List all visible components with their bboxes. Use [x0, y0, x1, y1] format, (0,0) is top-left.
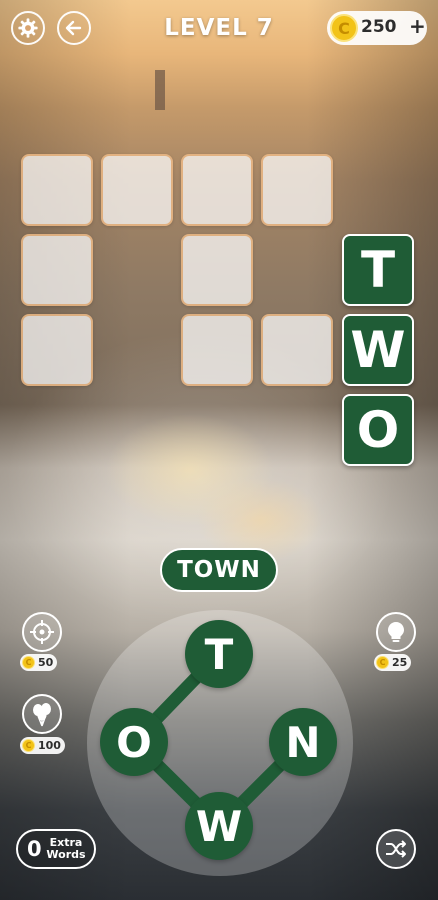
balloons-cost: C 100 — [20, 737, 65, 754]
add-coins-button[interactable]: + — [409, 14, 426, 38]
shuffle-icon — [386, 840, 406, 858]
letter-wheel[interactable]: T O N W — [87, 610, 353, 876]
balloons-icon — [33, 703, 51, 727]
shuffle-button[interactable] — [376, 829, 416, 869]
lightbulb-icon — [388, 622, 404, 642]
grid-cell — [261, 314, 333, 386]
grid-cell — [181, 154, 253, 226]
crosshair-icon — [30, 620, 54, 644]
hint-cost: C 25 — [374, 654, 412, 671]
wheel-letter-w[interactable]: W — [185, 792, 253, 860]
extra-words-label: Extra Words — [46, 836, 86, 861]
extra-words-count: 0 — [27, 837, 42, 861]
coin-icon: C — [330, 14, 358, 42]
coin-icon: C — [22, 739, 35, 752]
coin-icon: C — [376, 656, 389, 669]
background-tower — [155, 70, 165, 110]
wheel-letter-o[interactable]: O — [100, 708, 168, 776]
grid-cell — [181, 234, 253, 306]
grid-cell — [261, 154, 333, 226]
grid-cell — [101, 154, 173, 226]
coin-count: 250 — [361, 17, 397, 37]
target-hint-button[interactable] — [22, 612, 62, 652]
balloons-button[interactable] — [22, 694, 62, 734]
grid-cell — [21, 154, 93, 226]
grid-cell-letter: W — [342, 314, 414, 386]
grid-cell — [21, 314, 93, 386]
game-screen: LEVEL 7 C 250 + T W O TOWN T O N W C 50 … — [0, 0, 438, 900]
grid-cell — [181, 314, 253, 386]
grid-cell-letter: O — [342, 394, 414, 466]
current-word-display: TOWN — [160, 548, 278, 592]
coin-icon: C — [22, 656, 35, 669]
grid-cell — [21, 234, 93, 306]
grid-cell-letter: T — [342, 234, 414, 306]
hint-button[interactable] — [376, 612, 416, 652]
coin-balance[interactable]: C 250 + — [327, 11, 427, 45]
wheel-letter-t[interactable]: T — [185, 620, 253, 688]
extra-words-button[interactable]: 0 Extra Words — [16, 829, 96, 869]
wheel-letter-n[interactable]: N — [269, 708, 337, 776]
target-cost: C 50 — [20, 654, 58, 671]
